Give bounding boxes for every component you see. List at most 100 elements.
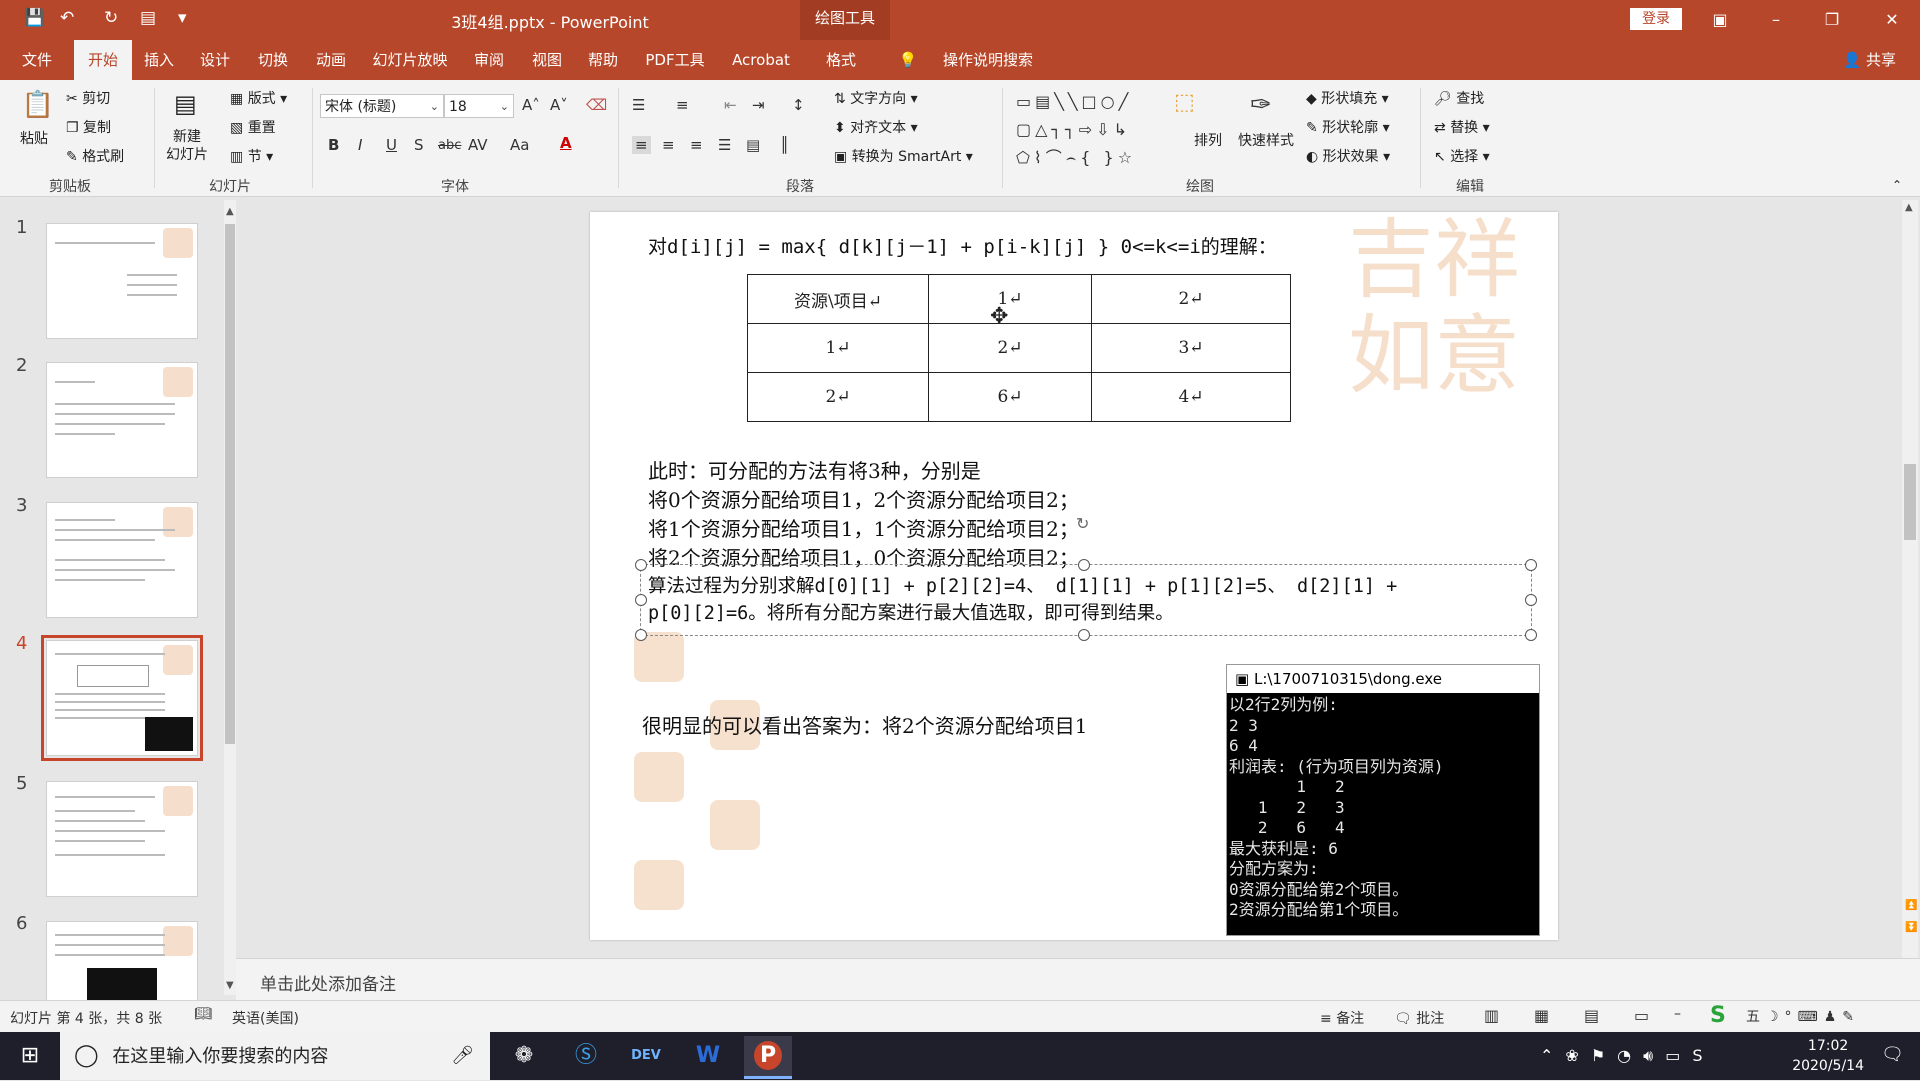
resize-handle[interactable] [1525,559,1537,571]
grow-font-icon[interactable]: A˄ [522,96,540,114]
tab-animations[interactable]: 动画 [308,40,354,80]
shrink-font-icon[interactable]: A˅ [550,96,568,114]
reading-view-icon[interactable]: ▤ [1584,1006,1599,1025]
maximize-icon[interactable]: ❐ [1812,6,1852,34]
app-icon-feather[interactable]: ❁ [500,1036,548,1076]
ribbon-display-icon[interactable]: ▣ [1700,6,1740,34]
table-cell[interactable]: 4↵ [1091,372,1291,422]
resize-handle[interactable] [635,559,647,571]
answer-text[interactable]: 很明显的可以看出答案为：将2个资源分配给项目1 [642,710,1087,739]
ime-toolbar[interactable]: 五☽°⌨♟✎ [1746,1006,1860,1026]
shape-fill-button[interactable]: ◆ 形状填充 ▾ [1306,88,1389,108]
format-painter-button[interactable]: ✎ 格式刷 [66,146,124,166]
paste-icon[interactable]: 📋 [18,90,58,120]
text-direction-button[interactable]: ⇅ 文字方向 ▾ [834,88,918,108]
thumbnail-scrollbar[interactable]: ▲ ▼ [224,200,236,995]
resize-handle[interactable] [1078,559,1090,571]
tab-file[interactable]: 文件 [14,40,60,80]
align-right-icon[interactable]: ≡ [690,136,703,154]
underline-button[interactable]: U [386,136,397,154]
scroll-up-icon[interactable]: ▲ [1905,202,1913,213]
slide-scrollbar[interactable]: ▲ ⏫ ⏬ [1902,200,1918,960]
text-line[interactable]: 算法过程为分别求解d[0][1] + p[2][2]=4、 d[1][1] + … [648,572,1397,598]
table-cell[interactable]: 6↵ [928,372,1092,422]
quick-styles-icon[interactable]: ✑ [1250,90,1272,120]
tab-view[interactable]: 视图 [524,40,570,80]
text-line[interactable]: 此时：可分配的方法有将3种，分别是 [648,455,981,484]
tab-format[interactable]: 格式 [812,40,870,80]
cut-button[interactable]: ✂ 剪切 [66,88,110,108]
app-icon-powerpoint[interactable]: P [744,1036,792,1079]
minimize-icon[interactable]: – [1756,6,1796,34]
app-icon-sogou[interactable]: Ⓢ [562,1036,610,1076]
columns-icon[interactable]: ║ [780,136,789,154]
tab-pdf-tools[interactable]: PDF工具 [640,40,710,80]
tab-acrobat[interactable]: Acrobat [724,40,798,80]
scroll-thumb[interactable] [225,224,235,744]
decrease-indent-icon[interactable]: ⇤ [724,96,737,114]
new-slide-icon[interactable]: ▤ [174,90,197,118]
spellcheck-icon[interactable]: 📖︎ [194,1006,212,1022]
zoom-out-icon[interactable]: – [1674,1006,1681,1022]
notification-icon[interactable]: 🗨︎ [1881,1044,1904,1065]
tab-home[interactable]: 开始 [74,40,132,80]
windows-start-icon[interactable]: ⊞ [6,1036,54,1076]
notes-placeholder[interactable]: 单击此处添加备注 [260,970,396,995]
table-cell[interactable]: 1↵ [747,323,929,373]
slide-thumbnail-2[interactable] [46,362,198,478]
tab-design[interactable]: 设计 [192,40,238,80]
resize-handle[interactable] [635,629,647,641]
find-button[interactable]: 🔎︎ 查找 [1434,88,1484,108]
text-line[interactable]: 将1个资源分配给项目1，1个资源分配给项目2； [648,513,1079,542]
tab-transitions[interactable]: 切换 [250,40,296,80]
scroll-thumb[interactable] [1904,464,1916,540]
language-indicator[interactable]: 英语(美国) [232,1008,299,1028]
scroll-up-icon[interactable]: ▲ [226,206,234,217]
smartart-button[interactable]: ▣ 转换为 SmartArt ▾ [834,146,973,166]
slide-thumbnail-6[interactable] [46,921,198,1001]
notes-toggle[interactable]: ≡ 备注 [1320,1008,1364,1028]
replace-button[interactable]: ⇄ 替换 ▾ [1434,117,1490,137]
distributed-icon[interactable]: ▤ [746,136,760,154]
quick-styles-button[interactable]: 快速样式 [1238,130,1294,150]
slide-canvas[interactable]: 吉祥 如意 对d[i][j] = max{ d[k][j－1] + p[i-k][… [590,212,1558,940]
comments-toggle[interactable]: 🗨︎ 批注 [1394,1008,1444,1028]
copy-button[interactable]: ❐ 复制 [66,117,111,137]
align-text-button[interactable]: ⬍ 对齐文本 ▾ [834,117,918,137]
italic-button[interactable]: I [358,136,362,154]
select-button[interactable]: ↖ 选择 ▾ [1434,146,1490,166]
share-button[interactable]: 👤 共享 [1843,40,1896,80]
normal-view-icon[interactable]: ▥ [1484,1006,1499,1025]
resize-handle[interactable] [1078,629,1090,641]
slide-thumbnail-4[interactable] [41,635,203,761]
shadow-button[interactable]: S [414,136,424,154]
bullets-icon[interactable]: ☰ [632,96,645,114]
numbering-icon[interactable]: ≡ [676,96,689,114]
tab-slideshow[interactable]: 幻灯片放映 [366,40,454,80]
strikethrough-button[interactable]: abc [438,138,461,153]
char-spacing-button[interactable]: AV [468,136,488,154]
table-cell[interactable]: 3↵ [1091,323,1291,373]
section-button[interactable]: ▥ 节 ▾ [230,146,273,166]
arrange-icon[interactable]: ⬚ [1174,90,1195,115]
rotate-handle-icon[interactable]: ↻ [1076,514,1089,533]
app-icon-devcpp[interactable]: DEV [622,1036,670,1076]
slide-sorter-icon[interactable]: ▦ [1534,1006,1549,1025]
align-center-icon[interactable]: ≡ [662,136,675,154]
reset-button[interactable]: ▧ 重置 [230,117,276,137]
taskbar-clock[interactable]: 17:02 2020/5/14 [1792,1036,1864,1076]
profit-table[interactable]: 资源\项目↵ 1↵ 2↵ 1↵ 2↵ 3↵ 2↵ 6↵ 4↵ [747,274,1291,422]
table-cell[interactable]: 2↵ [747,372,929,422]
tell-me-search[interactable]: 操作说明搜索 [928,40,1048,80]
tab-review[interactable]: 审阅 [466,40,512,80]
font-color-button[interactable]: A [560,134,572,152]
table-cell[interactable]: 1↵ [928,274,1092,324]
resize-handle[interactable] [1525,594,1537,606]
text-line[interactable]: 将0个资源分配给项目1，2个资源分配给项目2； [648,484,1079,513]
increase-indent-icon[interactable]: ⇥ [752,96,765,114]
notes-pane[interactable]: 单击此处添加备注 [236,958,1920,1001]
slide-thumbnail-5[interactable] [46,781,198,897]
resize-handle[interactable] [635,594,647,606]
slideshow-icon[interactable]: ▭ [1634,1006,1649,1025]
new-slide-button[interactable]: 新建 幻灯片 [166,128,208,164]
